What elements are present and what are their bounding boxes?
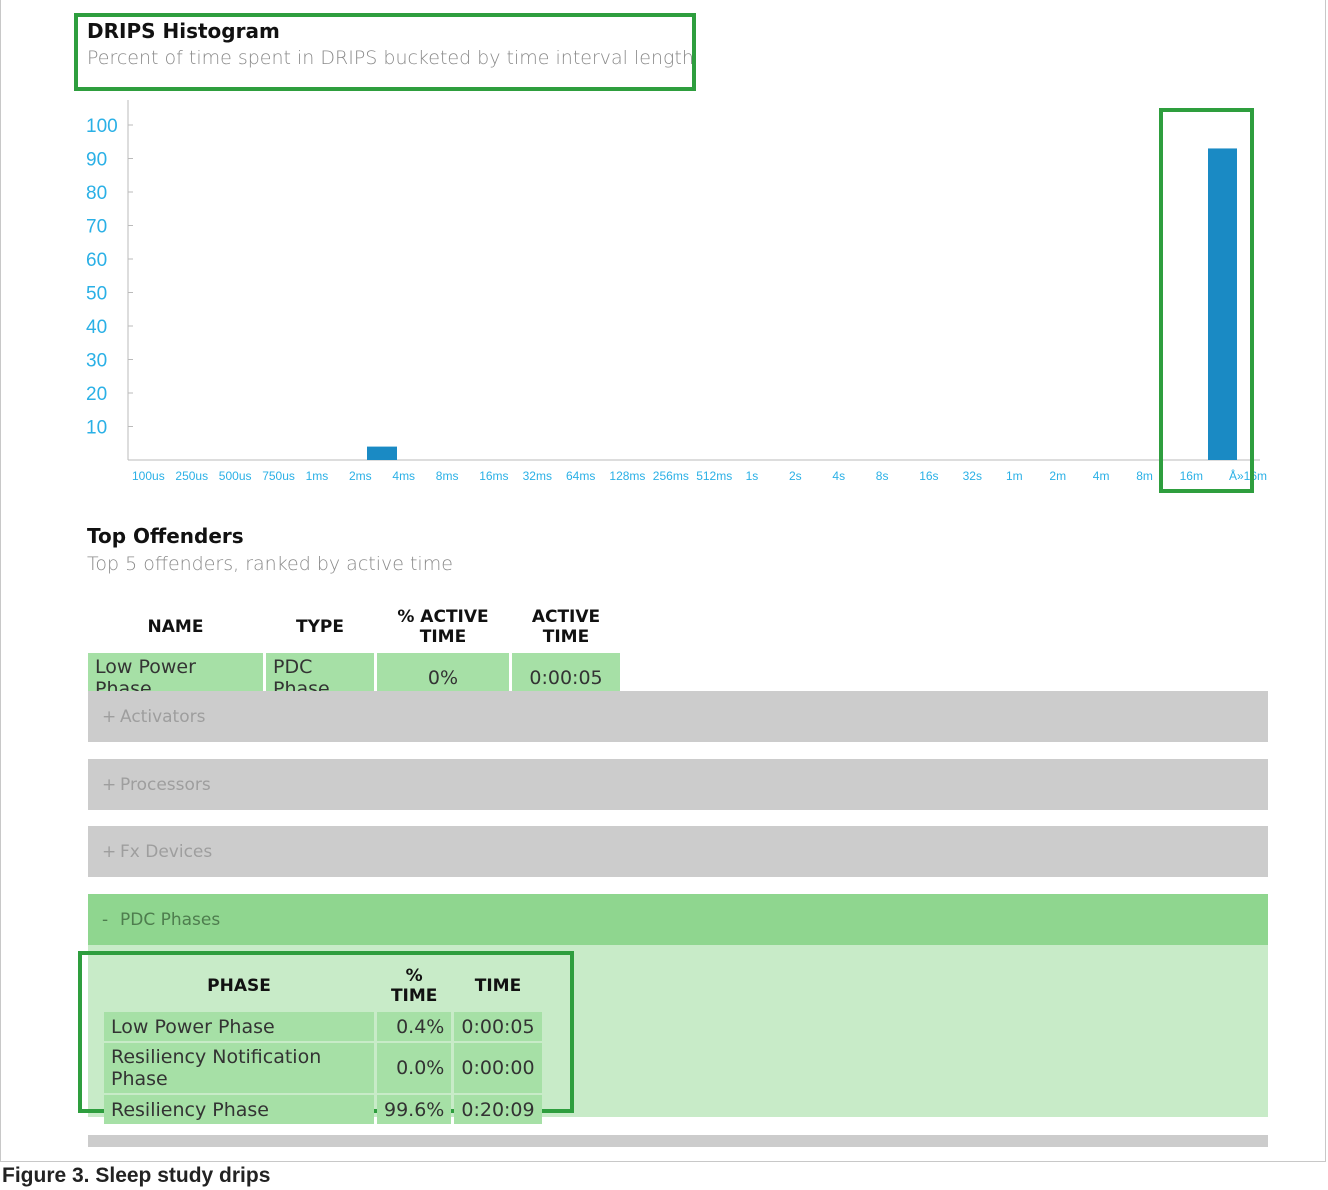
x-tick-label: 16s [919, 469, 938, 483]
figure-caption: Figure 3. Sleep study drips [2, 1164, 271, 1187]
phase-name: Low Power Phase [104, 1012, 374, 1041]
y-tick-label: 80 [86, 183, 107, 204]
section-label: PDC Phases [120, 909, 221, 930]
x-tick-label: 2m [1049, 469, 1066, 483]
phase-name: Resiliency Notification Phase [104, 1043, 374, 1093]
x-tick-label: 16ms [479, 469, 508, 483]
expand-icon: + [102, 841, 117, 862]
x-tick-label: 100us [132, 469, 165, 483]
section-label: Activators [120, 706, 206, 727]
expand-icon: + [102, 774, 117, 795]
phase-time: 0:20:09 [454, 1095, 542, 1124]
section-fx-devices[interactable]: + Fx Devices [88, 826, 1268, 877]
y-tick-label: 60 [86, 250, 107, 271]
y-tick-label: 10 [86, 418, 107, 439]
column-header-percent-time: % TIME [390, 966, 438, 1006]
next-section-bar[interactable] [88, 1135, 1268, 1147]
column-header-active-time: ACTIVE TIME [531, 607, 601, 647]
x-tick-label: 64ms [566, 469, 595, 483]
pdc-phases-table: PHASE % TIME TIME Low Power Phase 0.4% 0… [101, 960, 545, 1126]
x-tick-label: 1ms [306, 469, 329, 483]
y-tick-label: 40 [86, 317, 107, 338]
x-tick-label: 4ms [392, 469, 415, 483]
last-bucket-highlight [1159, 108, 1254, 493]
x-tick-label: 1s [746, 469, 759, 483]
x-tick-label: 250us [175, 469, 208, 483]
phase-percent: 0.0% [377, 1043, 452, 1093]
table-row: Resiliency Phase 99.6% 0:20:09 [104, 1095, 542, 1124]
x-tick-label: 2s [789, 469, 802, 483]
column-header-name: NAME [147, 617, 204, 637]
x-tick-label: 750us [262, 469, 295, 483]
column-header-type: TYPE [296, 617, 344, 637]
offenders-title: Top Offenders [87, 524, 244, 548]
x-tick-label: 4m [1093, 469, 1110, 483]
column-header-active-percent: % ACTIVE TIME [397, 607, 489, 647]
column-header-phase: PHASE [207, 976, 271, 996]
section-processors[interactable]: + Processors [88, 759, 1268, 810]
expand-icon: + [102, 706, 117, 727]
section-activators[interactable]: + Activators [88, 691, 1268, 742]
y-tick-label: 90 [86, 150, 107, 171]
drips-histogram-chart: 10 20 30 40 50 60 70 80 90 100 100us 250us 500us 750u… [86, 100, 1267, 483]
y-tick-label: 20 [86, 384, 107, 405]
y-tick-label: 70 [86, 217, 107, 238]
x-tick-label: 8ms [436, 469, 459, 483]
x-tick-label: 500us [219, 469, 252, 483]
x-tick-label: 512ms [696, 469, 732, 483]
phase-time: 0:00:05 [454, 1012, 542, 1041]
histogram-subtitle: Percent of time spent in DRIPS bucketed … [87, 47, 694, 69]
x-tick-label: 128ms [609, 469, 645, 483]
x-tick-label: 8s [876, 469, 889, 483]
phase-percent: 0.4% [377, 1012, 452, 1041]
y-tick-label: 100 [86, 116, 118, 137]
phase-name: Resiliency Phase [104, 1095, 374, 1124]
x-tick-label: 8m [1136, 469, 1153, 483]
column-header-time: TIME [474, 976, 522, 996]
section-pdc-phases[interactable]: - PDC Phases [88, 894, 1268, 945]
offenders-subtitle: Top 5 offenders, ranked by active time [87, 553, 453, 575]
offenders-table: NAME TYPE % ACTIVE TIME ACTIVE TIME Low … [85, 601, 623, 705]
collapse-icon: - [102, 909, 109, 930]
table-row: Low Power Phase 0.4% 0:00:05 [104, 1012, 542, 1041]
x-tick-label: 256ms [653, 469, 689, 483]
y-tick-label: 30 [86, 351, 107, 372]
phase-time: 0:00:00 [454, 1043, 542, 1093]
table-row: Resiliency Notification Phase 0.0% 0:00:… [104, 1043, 542, 1093]
bar-2ms [367, 446, 397, 460]
x-tick-label: 2ms [349, 469, 372, 483]
x-tick-label: 32s [963, 469, 982, 483]
section-label: Fx Devices [120, 841, 213, 862]
x-tick-label: 4s [832, 469, 845, 483]
x-tick-label: 1m [1006, 469, 1023, 483]
phase-percent: 99.6% [377, 1095, 452, 1124]
x-tick-label: 32ms [523, 469, 552, 483]
histogram-title: DRIPS Histogram [87, 19, 280, 43]
y-tick-label: 50 [86, 284, 107, 305]
section-label: Processors [120, 774, 211, 795]
